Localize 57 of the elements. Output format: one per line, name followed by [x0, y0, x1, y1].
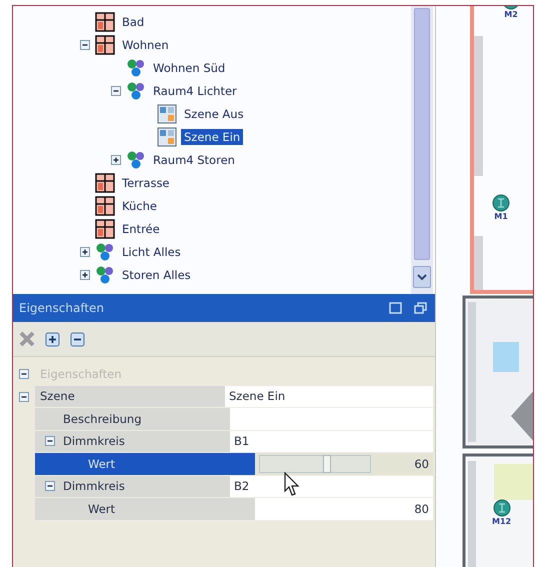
dots-icon: [126, 58, 146, 78]
value-field[interactable]: B2: [230, 476, 433, 498]
expand-toggle[interactable]: [80, 246, 90, 256]
tree-item[interactable]: Bad: [119, 14, 148, 30]
collapse-toggle[interactable]: [45, 436, 55, 446]
property-name[interactable]: Wert: [88, 502, 116, 516]
tree-item[interactable]: Wohnen: [119, 36, 172, 52]
marker-label: M12: [492, 517, 512, 526]
slider-thumb[interactable]: [323, 454, 331, 473]
collapse-toggle[interactable]: [19, 369, 29, 380]
marker-label: M1: [494, 212, 508, 221]
marker-label: M2: [504, 10, 518, 19]
sensor-icon[interactable]: [492, 194, 510, 212]
tree-item[interactable]: Entrée: [119, 220, 163, 236]
collapse-toggle[interactable]: [111, 86, 121, 96]
scrollbar[interactable]: [411, 6, 433, 294]
room-plan-icon: [95, 12, 115, 32]
dots-icon: [126, 150, 146, 170]
maximize-icon[interactable]: [389, 302, 402, 314]
room-plan-icon: [95, 218, 115, 238]
property-name[interactable]: Wert: [88, 456, 116, 471]
tree-item[interactable]: Storen Alles: [119, 266, 194, 282]
tree-item[interactable]: Wohnen Süd: [150, 60, 228, 76]
tree-item[interactable]: Szene Aus: [181, 106, 247, 122]
collapse-toggle[interactable]: [19, 392, 29, 402]
dots-icon: [95, 264, 115, 284]
expand-toggle[interactable]: [111, 154, 121, 164]
scene-icon: [157, 126, 177, 146]
collapse-toggle[interactable]: [45, 481, 55, 492]
minus-box-icon[interactable]: [70, 332, 85, 346]
plus-box-icon[interactable]: [45, 332, 60, 346]
value-field[interactable]: 80: [255, 498, 433, 520]
room-plan-icon: [95, 172, 115, 192]
value-field[interactable]: B1: [230, 430, 433, 453]
value-slider[interactable]: [259, 454, 371, 473]
collapse-toggle[interactable]: [80, 40, 90, 50]
property-value[interactable]: 60: [414, 456, 429, 471]
dots-icon: [95, 242, 115, 262]
tree-item[interactable]: Licht Alles: [119, 244, 184, 260]
value-field[interactable]: Szene Ein: [225, 386, 433, 408]
tree-item[interactable]: Raum4 Lichter: [150, 82, 240, 98]
scene-icon: [157, 104, 177, 124]
tree-item[interactable]: Raum4 Storen: [150, 152, 238, 168]
chevron-down-icon[interactable]: [417, 274, 427, 280]
room-plan-icon: [95, 34, 115, 54]
room-plan-icon: [95, 196, 115, 216]
panel-title: Eigenschaften: [19, 301, 106, 315]
tree-item[interactable]: Szene Ein: [181, 128, 244, 144]
restore-icon[interactable]: [414, 302, 427, 314]
tree-item[interactable]: Terrasse: [119, 174, 173, 190]
sensor-icon[interactable]: [492, 499, 511, 517]
expand-toggle[interactable]: [80, 270, 90, 280]
dots-icon: [126, 80, 146, 100]
property-name[interactable]: Szene: [40, 389, 75, 404]
tree-item[interactable]: Küche: [119, 198, 160, 214]
cursor-icon: [284, 472, 300, 498]
value-field[interactable]: [230, 408, 433, 430]
